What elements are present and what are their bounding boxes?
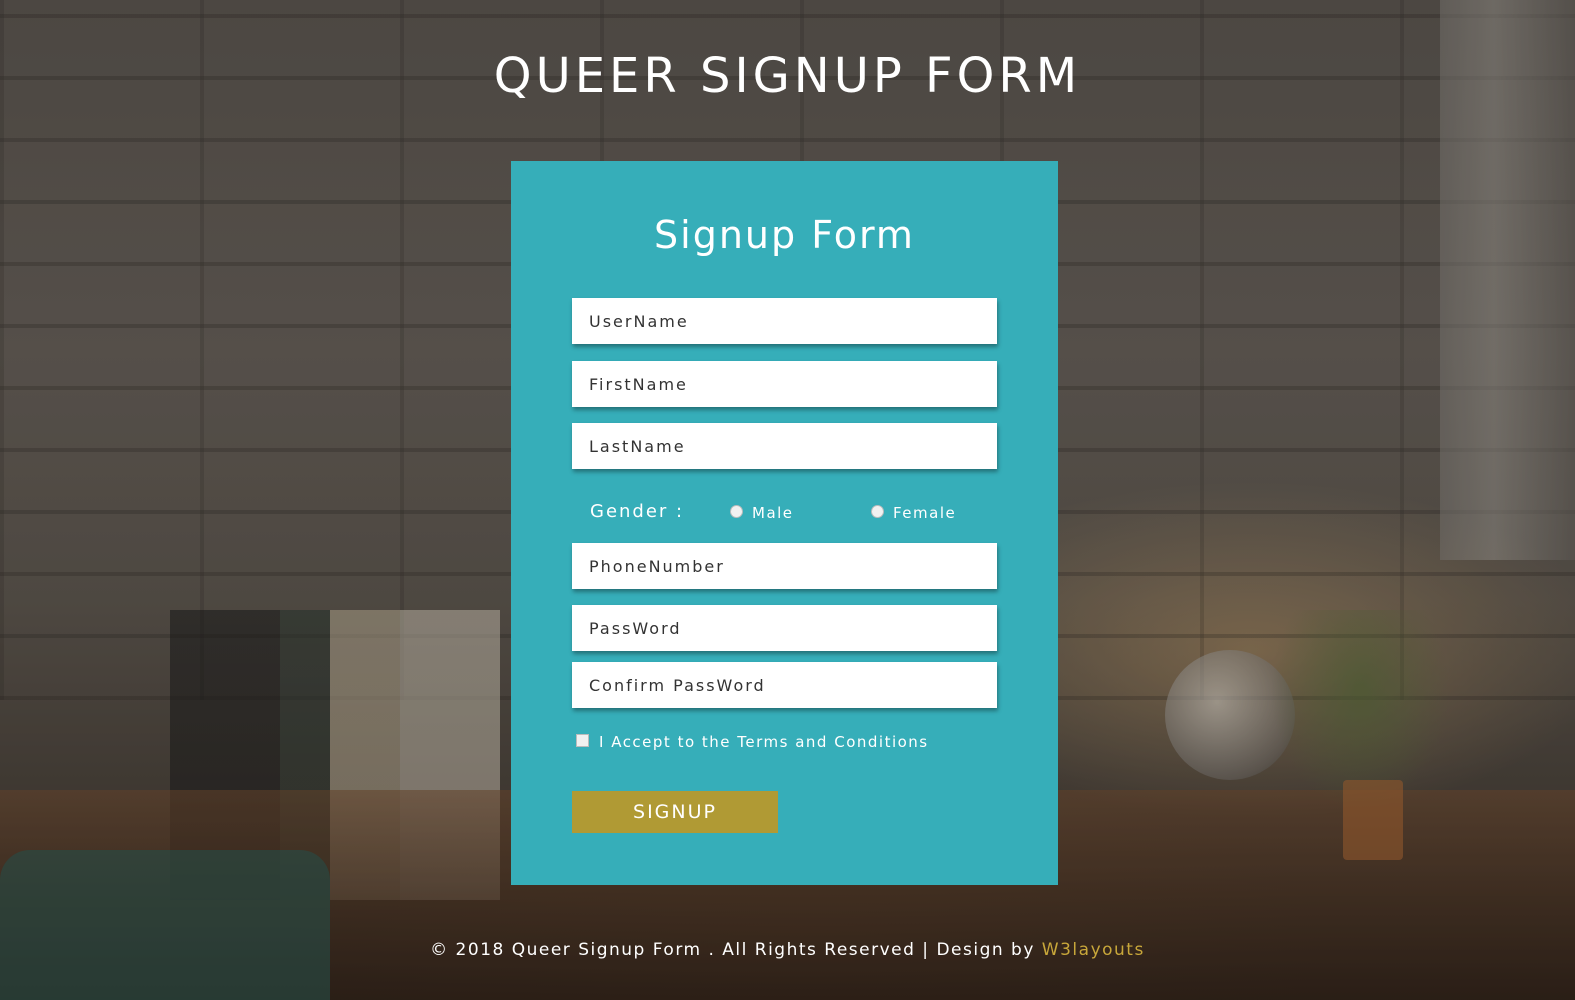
female-radio-label: Female [893, 504, 957, 522]
page-title: QUEER SIGNUP FORM [493, 48, 1082, 104]
terms-label: I Accept to the Terms and Conditions [599, 733, 929, 751]
gender-row: Gender : Male Female [590, 501, 990, 531]
footer: © 2018 Queer Signup Form . All Rights Re… [0, 940, 1575, 960]
female-radio[interactable] [871, 504, 884, 518]
password-input[interactable] [572, 605, 997, 651]
phone-number-input[interactable] [572, 543, 997, 589]
lastname-input[interactable] [572, 423, 997, 469]
male-radio[interactable] [730, 504, 743, 518]
gender-option-female[interactable]: Female [871, 504, 956, 522]
male-radio-label: Male [752, 504, 794, 522]
signup-form-card: Signup Form Gender : Male Female I Accep… [511, 161, 1058, 885]
gender-label: Gender : [590, 501, 685, 522]
form-heading: Signup Form [654, 213, 915, 257]
signup-button[interactable]: SIGNUP [572, 791, 778, 833]
confirm-password-input[interactable] [572, 662, 997, 708]
firstname-input[interactable] [572, 361, 997, 407]
terms-checkbox[interactable] [576, 733, 589, 747]
gender-option-male[interactable]: Male [730, 504, 794, 522]
footer-copyright-text: © 2018 Queer Signup Form . All Rights Re… [430, 940, 1042, 960]
terms-row[interactable]: I Accept to the Terms and Conditions [576, 733, 929, 751]
footer-w3layouts-link[interactable]: W3layouts [1042, 940, 1145, 960]
username-input[interactable] [572, 298, 997, 344]
